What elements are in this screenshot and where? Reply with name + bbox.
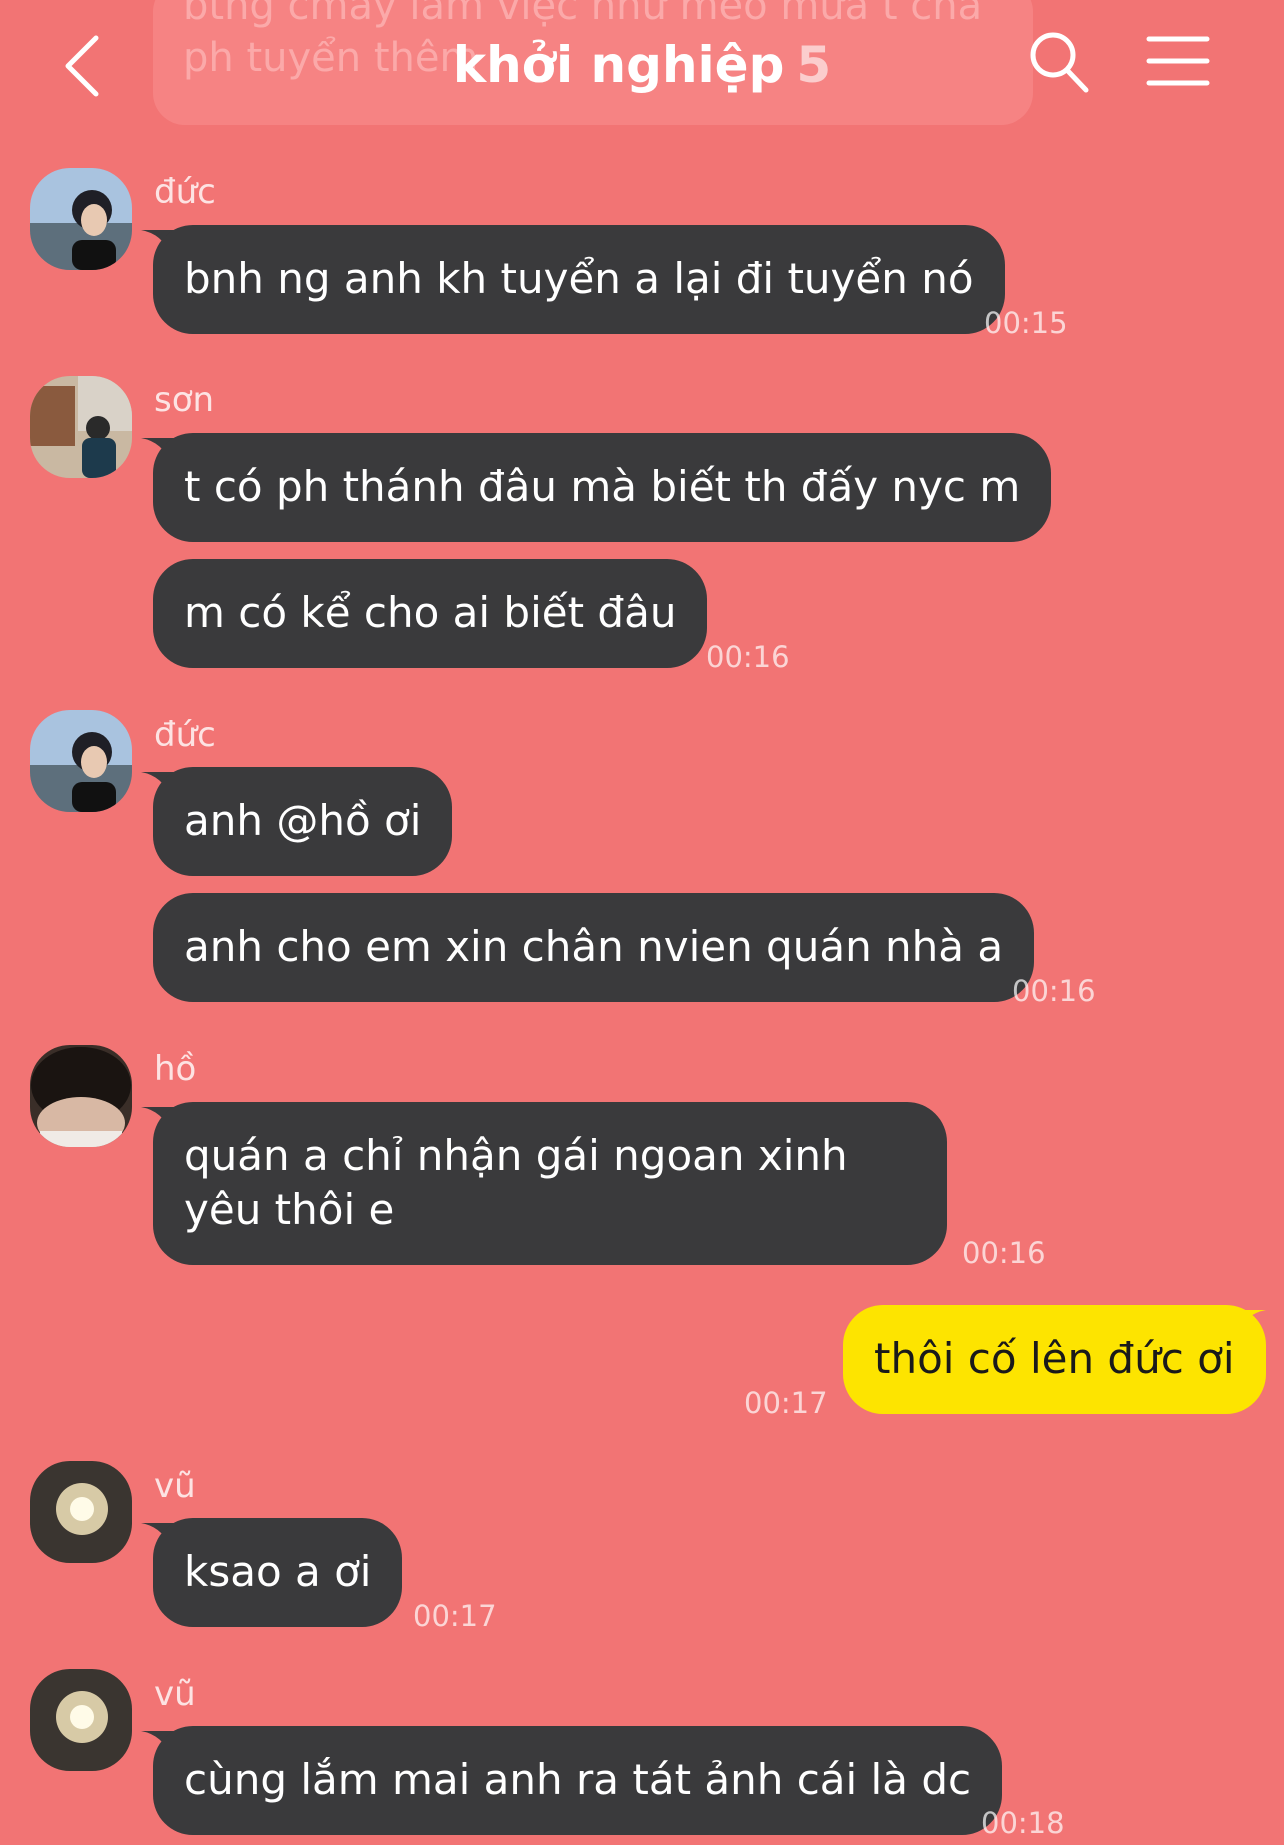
message-bubble[interactable]: anh @hồ ơi (153, 767, 453, 876)
message-bubble[interactable]: quán a chỉ nhận gái ngoan xinh yêu thôi … (153, 1102, 947, 1265)
menu-button[interactable] (1146, 34, 1210, 88)
message-bubble[interactable]: anh cho em xin chân nvien quán nhà a (153, 893, 1035, 1002)
message-time: 00:15 (984, 306, 1068, 340)
message-bubble[interactable]: ksao a ơi (153, 1518, 403, 1627)
message-time: 00:16 (962, 1236, 1046, 1270)
sender-name: hồ (154, 1049, 197, 1089)
my-message-bubble[interactable]: thôi cố lên đức ơi (843, 1305, 1266, 1414)
message-bubble[interactable]: t có ph thánh đâu mà biết th đấy nyc m (153, 433, 1052, 542)
avatar-vu[interactable] (30, 1669, 132, 1771)
message-bubble[interactable]: cùng lắm mai anh ra tát ảnh cái là dc (153, 1726, 1003, 1835)
chat-header: khởi nghiệp 5 (0, 0, 1284, 130)
sender-name: đức (154, 715, 216, 755)
sender-name: sơn (154, 380, 215, 420)
search-icon (1030, 32, 1089, 93)
avatar-duc[interactable] (30, 168, 132, 270)
avatar-ho[interactable] (30, 1045, 132, 1147)
member-count: 5 (796, 36, 832, 94)
sender-name: vũ (154, 1674, 196, 1714)
hamburger-menu-icon (1146, 36, 1210, 86)
chat-title-area: khởi nghiệp 5 (0, 30, 1284, 100)
message-time: 00:16 (1012, 974, 1096, 1008)
message-time: 00:16 (706, 640, 790, 674)
message-time: 00:17 (413, 1599, 497, 1633)
message-bubble[interactable]: m có kể cho ai biết đâu (153, 559, 708, 668)
message-time: 00:17 (744, 1386, 828, 1420)
sender-name: đức (154, 172, 216, 212)
chat-title: khởi nghiệp (452, 36, 785, 94)
message-bubble[interactable]: bnh ng anh kh tuyển a lại đi tuyển nó (153, 225, 1005, 334)
sender-name: vũ (154, 1466, 196, 1506)
avatar-vu[interactable] (30, 1461, 132, 1563)
avatar-duc[interactable] (30, 710, 132, 812)
search-button[interactable] (1028, 30, 1090, 96)
message-time: 00:18 (981, 1806, 1065, 1840)
avatar-son[interactable] (30, 376, 132, 478)
